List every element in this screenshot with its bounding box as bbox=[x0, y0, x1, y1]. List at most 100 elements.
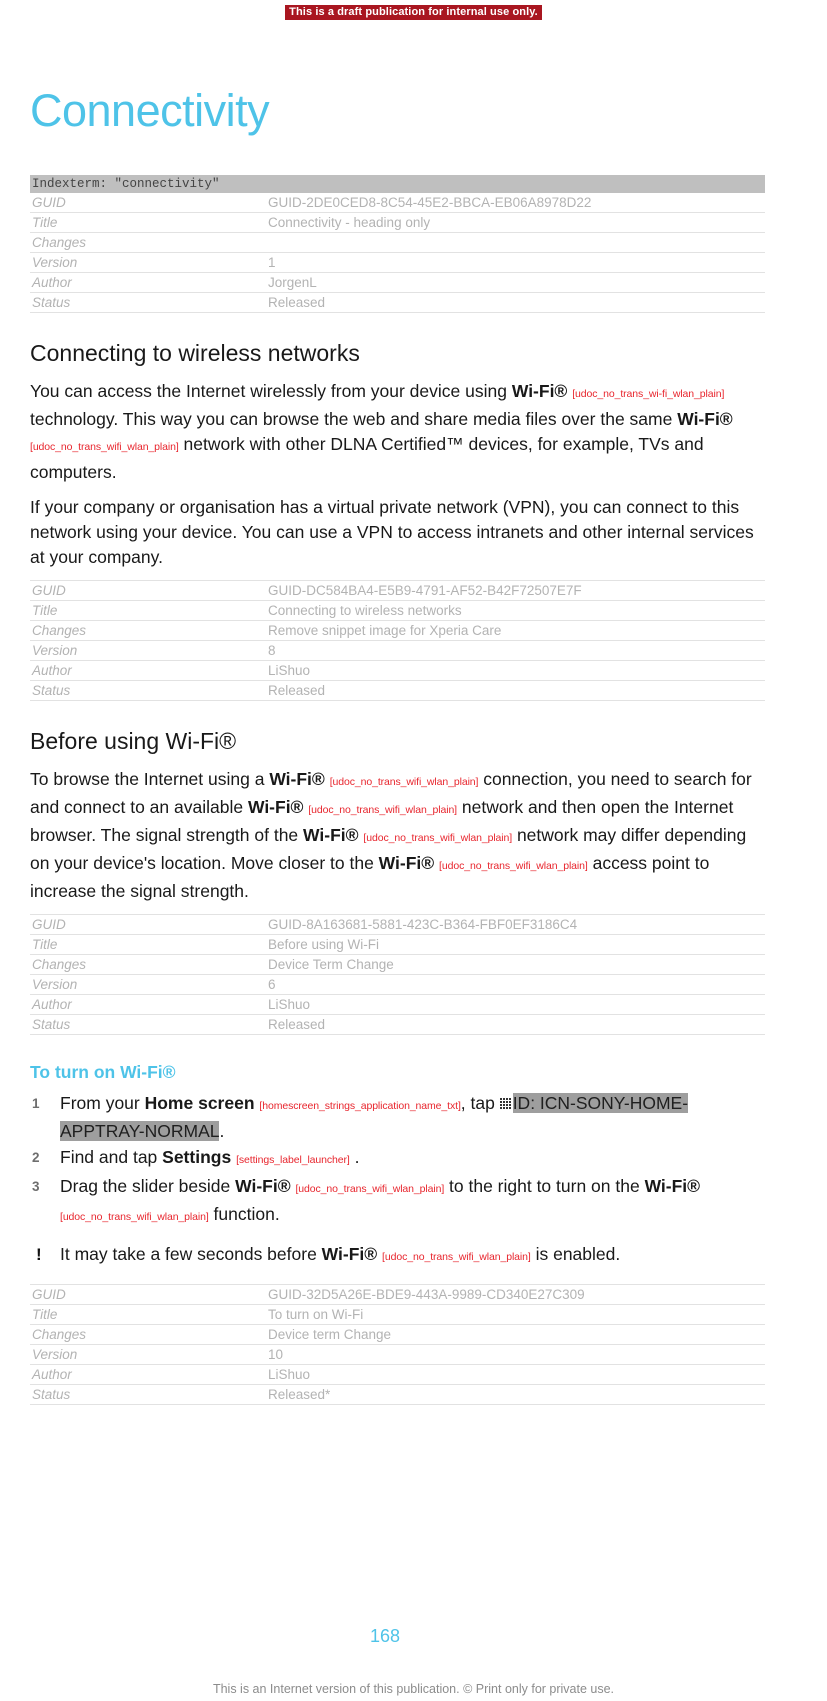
footer-notice: This is an Internet version of this publ… bbox=[212, 1682, 615, 1696]
list-item: Drag the slider beside Wi-Fi® [udoc_no_t… bbox=[30, 1174, 765, 1230]
meta-val-title: Before using Wi-Fi bbox=[266, 934, 765, 955]
table-row: Version 6 bbox=[30, 974, 765, 995]
table-row: Version 8 bbox=[30, 640, 765, 661]
table-row: GUID GUID-2DE0CED8-8C54-45E2-BBCA-EB06A8… bbox=[30, 193, 765, 213]
table-row: Title To turn on Wi-Fi bbox=[30, 1304, 765, 1325]
meta-val-status: Released bbox=[266, 1014, 765, 1035]
table-row: Changes Device term Change bbox=[30, 1324, 765, 1345]
ui-term-home-screen: Home screen bbox=[144, 1093, 255, 1113]
ui-term-wifi: Wi-Fi® bbox=[303, 825, 359, 845]
table-row: Changes bbox=[30, 232, 765, 253]
meta-val-title: To turn on Wi-Fi bbox=[266, 1304, 765, 1325]
meta-val-version: 6 bbox=[266, 974, 765, 995]
metadata-table-4: GUID GUID-32D5A26E-BDE9-443A-9989-CD340E… bbox=[30, 1284, 765, 1405]
procedure-steps: From your Home screen [homescreen_string… bbox=[30, 1091, 765, 1230]
meta-val-guid: GUID-32D5A26E-BDE9-443A-9989-CD340E27C30… bbox=[266, 1284, 765, 1305]
meta-key-status: Status bbox=[30, 680, 266, 701]
note-block: ! It may take a few seconds before Wi-Fi®… bbox=[30, 1242, 765, 1270]
meta-key-status: Status bbox=[30, 1014, 266, 1035]
ui-term-wifi: Wi-Fi® bbox=[247, 797, 304, 817]
section-heading-wireless: Connecting to wireless networks bbox=[30, 340, 360, 366]
indexterm-bar: Indexterm: "connectivity" bbox=[30, 175, 765, 193]
text-fragment: You can access the Internet wirelessly f… bbox=[30, 381, 512, 401]
meta-key-changes: Changes bbox=[30, 232, 266, 253]
meta-key-title: Title bbox=[30, 1304, 266, 1325]
table-row: Title Before using Wi-Fi bbox=[30, 934, 765, 955]
translation-tag: [udoc_no_trans_wifi_wlan_plain] bbox=[382, 1251, 531, 1263]
ui-term-wifi: Wi-Fi® bbox=[644, 1176, 701, 1196]
table-row: Author LiShuo bbox=[30, 994, 765, 1015]
meta-key-version: Version bbox=[30, 974, 266, 995]
text-fragment: Drag the slider beside bbox=[60, 1176, 236, 1196]
meta-val-changes: Remove snippet image for Xperia Care bbox=[266, 620, 765, 641]
text-fragment: is enabled. bbox=[530, 1244, 621, 1264]
translation-tag: [settings_label_launcher] bbox=[236, 1154, 350, 1166]
meta-key-guid: GUID bbox=[30, 1284, 266, 1305]
ui-term-wifi: Wi-Fi® bbox=[321, 1244, 378, 1264]
paragraph-wireless-2: If your company or organisation has a vi… bbox=[30, 497, 754, 567]
meta-val-status: Released* bbox=[266, 1384, 765, 1405]
meta-val-author: LiShuo bbox=[266, 994, 765, 1015]
table-row: Title Connecting to wireless networks bbox=[30, 600, 765, 621]
table-row: Changes Device Term Change bbox=[30, 954, 765, 975]
meta-val-version: 8 bbox=[266, 640, 765, 661]
table-row: Version 10 bbox=[30, 1344, 765, 1365]
meta-key-author: Author bbox=[30, 272, 266, 293]
meta-key-guid: GUID bbox=[30, 580, 266, 601]
meta-val-guid: GUID-DC584BA4-E5B9-4791-AF52-B42F72507E7… bbox=[266, 580, 765, 601]
meta-val-status: Released bbox=[266, 292, 765, 313]
meta-val-guid: GUID-2DE0CED8-8C54-45E2-BBCA-EB06A8978D2… bbox=[266, 193, 765, 213]
text-fragment: . bbox=[349, 1147, 360, 1167]
section-heading-before-wifi: Before using Wi-Fi® bbox=[30, 728, 237, 754]
text-fragment: Find and tap bbox=[60, 1147, 163, 1167]
text-fragment: . bbox=[219, 1121, 225, 1141]
table-row: Author LiShuo bbox=[30, 1364, 765, 1385]
meta-val-version: 1 bbox=[266, 252, 765, 273]
text-fragment: It may take a few seconds before bbox=[60, 1244, 322, 1264]
metadata-table-1: GUID GUID-2DE0CED8-8C54-45E2-BBCA-EB06A8… bbox=[30, 193, 765, 313]
text-fragment: technology. This way you can browse the … bbox=[30, 409, 678, 429]
meta-val-changes: Device Term Change bbox=[266, 954, 765, 975]
meta-key-status: Status bbox=[30, 292, 266, 313]
meta-key-title: Title bbox=[30, 934, 266, 955]
table-row: Changes Remove snippet image for Xperia … bbox=[30, 620, 765, 641]
draft-banner-text: This is a draft publication for internal… bbox=[285, 5, 542, 20]
meta-key-author: Author bbox=[30, 660, 266, 681]
translation-tag: [udoc_no_trans_wifi_wlan_plain] bbox=[439, 860, 588, 872]
meta-key-status: Status bbox=[30, 1384, 266, 1405]
translation-tag: [udoc_no_trans_wifi_wlan_plain] bbox=[329, 776, 479, 788]
table-row: Status Released bbox=[30, 1014, 765, 1035]
table-row: Title Connectivity - heading only bbox=[30, 212, 765, 233]
meta-key-title: Title bbox=[30, 600, 266, 621]
document-page: This is a draft publication for internal… bbox=[0, 0, 827, 1701]
text-fragment: To browse the Internet using a bbox=[30, 769, 270, 789]
translation-tag: [udoc_no_trans_wifi_wlan_plain] bbox=[60, 1211, 209, 1223]
meta-key-changes: Changes bbox=[30, 620, 266, 641]
ui-term-wifi: Wi-Fi® bbox=[378, 853, 435, 873]
translation-tag: [udoc_no_trans_wifi_wlan_plain] bbox=[363, 832, 513, 844]
table-row: Status Released* bbox=[30, 1384, 765, 1405]
ui-term-wifi: Wi-Fi® bbox=[269, 769, 325, 789]
meta-val-title: Connectivity - heading only bbox=[266, 212, 765, 233]
meta-key-version: Version bbox=[30, 1344, 266, 1365]
meta-val-status: Released bbox=[266, 680, 765, 701]
translation-tag: [udoc_no_trans_wifi_wlan_plain] bbox=[308, 804, 457, 816]
text-fragment: to the right to turn on the bbox=[444, 1176, 645, 1196]
metadata-table-2: GUID GUID-DC584BA4-E5B9-4791-AF52-B42F72… bbox=[30, 580, 765, 701]
app-tray-grid-icon bbox=[499, 1098, 513, 1111]
meta-val-changes bbox=[266, 232, 765, 253]
meta-val-title: Connecting to wireless networks bbox=[266, 600, 765, 621]
ui-term-wifi: Wi-Fi® bbox=[235, 1176, 291, 1196]
translation-tag: [udoc_no_trans_wifi_wlan_plain] bbox=[295, 1183, 445, 1195]
ui-term-wifi: Wi-Fi® bbox=[677, 409, 733, 429]
meta-key-changes: Changes bbox=[30, 1324, 266, 1345]
chapter-title: Connectivity bbox=[30, 85, 270, 136]
meta-key-title: Title bbox=[30, 212, 266, 233]
table-row: Version 1 bbox=[30, 252, 765, 273]
meta-val-author: LiShuo bbox=[266, 1364, 765, 1385]
text-fragment: , tap bbox=[460, 1093, 500, 1113]
table-row: Status Released bbox=[30, 292, 765, 313]
text-fragment: function. bbox=[208, 1204, 280, 1224]
table-row: GUID GUID-8A163681-5881-423C-B364-FBF0EF… bbox=[30, 914, 765, 935]
meta-key-guid: GUID bbox=[30, 193, 266, 213]
